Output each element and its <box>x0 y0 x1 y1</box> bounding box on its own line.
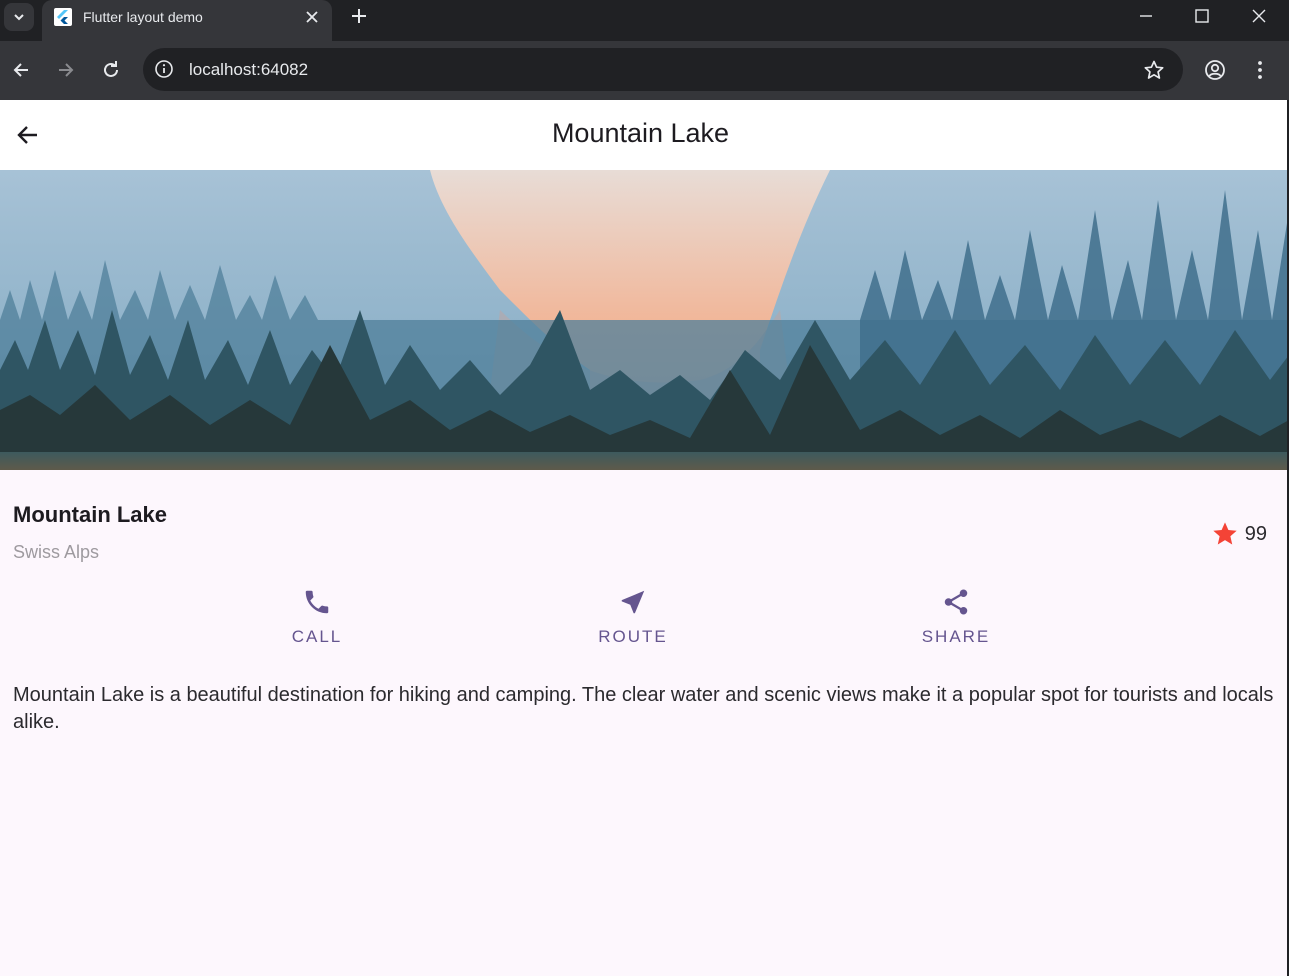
hero-image <box>0 170 1287 470</box>
call-label: CALL <box>291 627 343 646</box>
star-icon <box>1213 522 1237 545</box>
flutter-logo-icon <box>54 8 72 26</box>
address-bar[interactable]: localhost:64082 <box>143 48 1183 91</box>
browser-tabstrip: Flutter layout demo <box>0 0 1289 41</box>
place-name: Mountain Lake <box>13 502 168 527</box>
app-bar: Mountain Lake <box>0 100 1287 170</box>
app-viewport: Mountain Lake Mountain Lake Swiss Alps 9… <box>0 100 1287 976</box>
share-label: SHARE <box>921 627 991 646</box>
close-window-icon[interactable] <box>1251 8 1267 24</box>
share-button[interactable]: SHARE <box>876 587 1036 647</box>
place-location: Swiss Alps <box>13 542 100 562</box>
reload-icon[interactable] <box>100 59 122 81</box>
profile-icon[interactable] <box>1204 59 1226 81</box>
browser-tab[interactable]: Flutter layout demo <box>42 0 332 41</box>
near-me-icon <box>621 590 645 614</box>
route-label: ROUTE <box>598 627 668 646</box>
tab-search-button[interactable] <box>4 3 34 31</box>
phone-icon <box>305 590 329 614</box>
title-block: Mountain Lake Swiss Alps <box>13 502 167 563</box>
description-text: Mountain Lake is a beautiful destination… <box>13 684 1274 733</box>
back-arrow-icon[interactable] <box>10 59 32 81</box>
site-info-icon[interactable] <box>154 59 174 79</box>
close-tab-icon[interactable] <box>304 9 320 25</box>
chevron-down-icon <box>14 14 24 21</box>
rating-count: 99 <box>1244 522 1267 545</box>
minimize-icon[interactable] <box>1138 8 1154 24</box>
new-tab-icon[interactable] <box>350 7 368 25</box>
more-menu-icon[interactable] <box>1249 59 1271 81</box>
bookmark-star-icon[interactable] <box>1143 59 1165 81</box>
tab-title: Flutter layout demo <box>83 9 203 25</box>
url-text[interactable]: localhost:64082 <box>189 60 308 80</box>
route-button[interactable]: ROUTE <box>553 587 713 647</box>
rating: 99 <box>1211 520 1267 548</box>
share-icon <box>944 589 968 615</box>
maximize-icon[interactable] <box>1194 8 1210 24</box>
call-button[interactable]: CALL <box>237 587 397 647</box>
forward-arrow-icon[interactable] <box>55 59 77 81</box>
browser-toolbar: localhost:64082 <box>0 41 1289 100</box>
page-title: Mountain Lake <box>551 118 730 148</box>
